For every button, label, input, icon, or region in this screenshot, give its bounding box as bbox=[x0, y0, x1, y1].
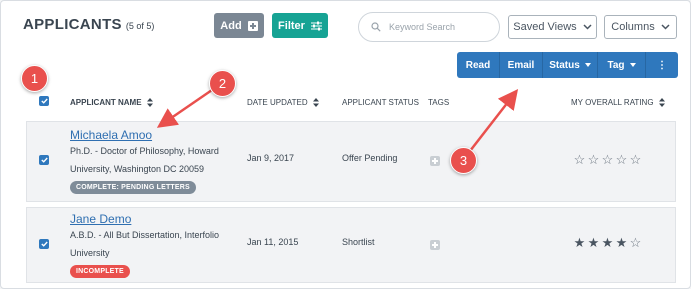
arrow-to-email bbox=[469, 89, 519, 152]
annotation-arrows bbox=[156, 88, 519, 152]
callout-2: 2 bbox=[209, 70, 236, 97]
callout-1: 1 bbox=[21, 65, 48, 92]
arrow-to-name bbox=[156, 88, 213, 128]
applicants-panel: APPLICANTS(5 of 5) Add Filter Saved View… bbox=[0, 0, 691, 289]
callout-3: 3 bbox=[450, 147, 477, 174]
